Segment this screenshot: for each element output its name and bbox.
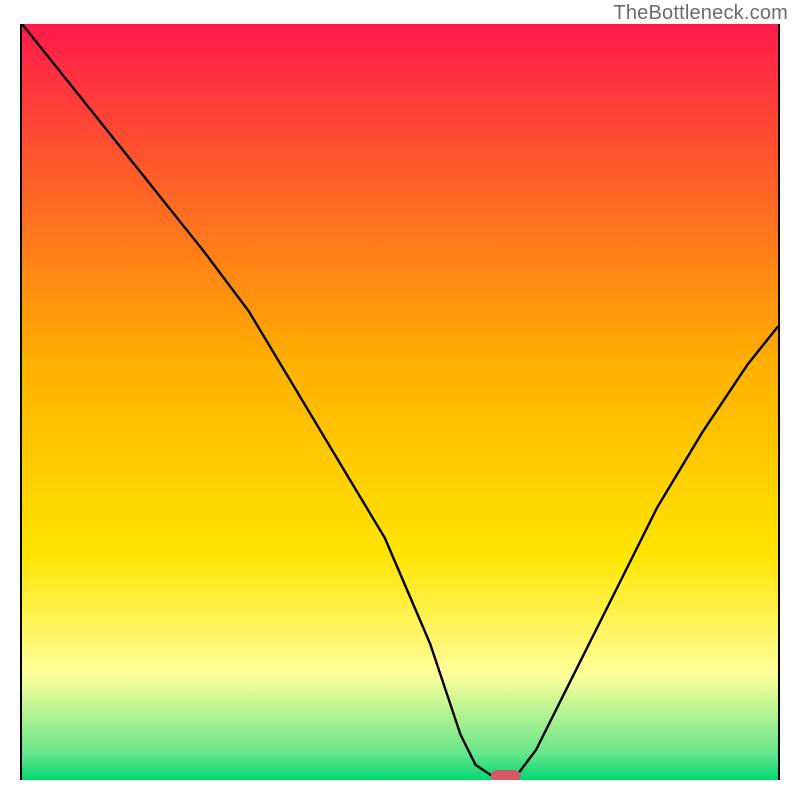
optimal-marker xyxy=(491,770,521,780)
watermark-text: TheBottleneck.com xyxy=(613,2,788,25)
gradient-background xyxy=(22,24,778,780)
bottleneck-plot xyxy=(22,24,778,780)
chart-container: TheBottleneck.com xyxy=(0,0,800,800)
